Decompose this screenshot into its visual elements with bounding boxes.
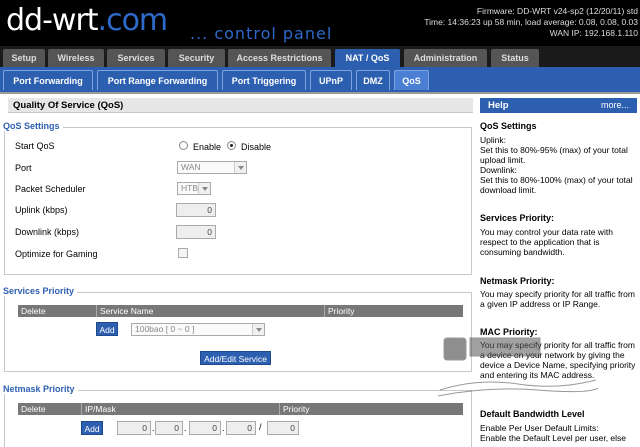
add-netmask-button[interactable]: Add xyxy=(81,421,103,435)
mask-input[interactable]: 0 xyxy=(267,421,299,435)
tab-administration[interactable]: Administration xyxy=(404,49,487,67)
help-panel: Help more... QoS Settings Uplink: Set th… xyxy=(475,94,640,447)
qos-settings-legend: QoS Settings xyxy=(3,121,63,131)
sub-nav: Port Forwarding Port Range Forwarding Po… xyxy=(0,67,640,92)
firmware-version: Firmware: DD-WRT v24-sp2 (12/20/11) std xyxy=(476,6,638,16)
col-service-name: Service Name xyxy=(96,305,153,317)
main-content: Quality Of Service (QoS) QoS Settings St… xyxy=(0,94,475,447)
ip-octet-1[interactable]: 0 xyxy=(117,421,151,435)
uplink-label: Uplink (kbps) xyxy=(15,205,68,215)
col-ip-mask: IP/Mask xyxy=(81,403,116,415)
uplink-input[interactable]: 0 xyxy=(176,203,216,217)
add-edit-service-button[interactable]: Add/Edit Service xyxy=(200,351,271,365)
header: dd-wrt.com ... control panel Firmware: D… xyxy=(0,0,640,46)
scheduler-label: Packet Scheduler xyxy=(15,184,86,194)
services-priority-legend: Services Priority xyxy=(3,286,78,296)
help-netmask-title: Netmask Priority: xyxy=(480,276,555,286)
downlink-label: Downlink (kbps) xyxy=(15,227,80,237)
service-value: 100bao [ 0 ~ 0 ] xyxy=(135,324,195,334)
help-mac-title: MAC Priority: xyxy=(480,327,538,337)
scheduler-select[interactable]: HTB xyxy=(177,182,211,195)
netmask-priority-box xyxy=(4,390,472,447)
gaming-checkbox[interactable] xyxy=(178,248,188,258)
ip-separator: . xyxy=(184,423,187,433)
mask-separator: / xyxy=(259,422,262,432)
chevron-down-icon xyxy=(198,183,210,194)
service-select[interactable]: 100bao [ 0 ~ 0 ] xyxy=(131,323,265,336)
ddwrt-logo[interactable]: dd-wrt.com xyxy=(6,3,169,38)
wan-ip: WAN IP: 192.168.1.110 xyxy=(549,28,638,38)
chevron-down-icon xyxy=(234,162,246,173)
gaming-label: Optimize for Gaming xyxy=(15,249,98,259)
chevron-down-icon xyxy=(252,324,264,335)
logo-com-text: .com xyxy=(97,3,169,38)
enable-label: Enable xyxy=(193,142,222,152)
disable-radio[interactable] xyxy=(227,141,236,150)
ip-octet-3[interactable]: 0 xyxy=(189,421,221,435)
subtab-port-triggering[interactable]: Port Triggering xyxy=(222,70,306,90)
tab-status[interactable]: Status xyxy=(491,49,539,67)
ip-octet-4[interactable]: 0 xyxy=(226,421,256,435)
enable-radio[interactable] xyxy=(179,141,188,150)
tab-wireless[interactable]: Wireless xyxy=(48,49,104,67)
col-priority: Priority xyxy=(324,305,354,317)
help-services-text: You may control your data rate with resp… xyxy=(480,227,613,257)
help-netmask-text: You may specify priority for all traffic… xyxy=(480,289,635,309)
subtab-upnp[interactable]: UPnP xyxy=(310,70,352,90)
uptime: Time: 14:36:23 up 58 min, load average: … xyxy=(424,17,638,27)
logo-main-text: dd-wrt xyxy=(6,3,99,38)
scheduler-value: HTB xyxy=(181,183,198,193)
netmask-table-header: Delete IP/Mask Priority xyxy=(18,403,463,415)
ip-octet-2[interactable]: 0 xyxy=(155,421,183,435)
control-panel-subtitle: ... control panel xyxy=(190,24,333,43)
netmask-priority-legend: Netmask Priority xyxy=(3,384,78,394)
subtab-dmz[interactable]: DMZ xyxy=(356,70,390,90)
port-label: Port xyxy=(15,163,32,173)
help-mac-text: You may specify priority for all traffic… xyxy=(480,340,636,380)
col-delete: Delete xyxy=(21,404,46,414)
port-select[interactable]: WAN xyxy=(177,161,247,174)
port-value: WAN xyxy=(181,162,201,172)
tab-nat-qos[interactable]: NAT / QoS xyxy=(335,49,400,67)
tab-setup[interactable]: Setup xyxy=(3,49,45,67)
subtab-port-range-forwarding[interactable]: Port Range Forwarding xyxy=(97,70,218,90)
help-qos-settings-title: QoS Settings xyxy=(480,121,537,131)
col-delete: Delete xyxy=(21,306,46,316)
help-qos-settings-text: Uplink: Set this to 80%-95% (max) of you… xyxy=(480,135,633,195)
tab-security[interactable]: Security xyxy=(168,49,225,67)
main-nav: Setup Wireless Services Security Access … xyxy=(0,46,640,67)
router-info: Firmware: DD-WRT v24-sp2 (12/20/11) std … xyxy=(424,6,638,39)
add-service-button[interactable]: Add xyxy=(96,322,118,336)
col-priority: Priority xyxy=(279,403,309,415)
ip-separator: . xyxy=(222,423,225,433)
disable-label: Disable xyxy=(241,142,272,152)
tab-access-restrictions[interactable]: Access Restrictions xyxy=(228,49,331,67)
subtab-port-forwarding[interactable]: Port Forwarding xyxy=(3,70,93,90)
subtab-qos[interactable]: QoS xyxy=(394,70,429,90)
page-title: Quality Of Service (QoS) xyxy=(8,98,473,113)
downlink-input[interactable]: 0 xyxy=(176,225,216,239)
tab-services[interactable]: Services xyxy=(107,49,165,67)
help-more-link[interactable]: more... xyxy=(601,98,629,113)
help-bandwidth-text: Enable Per User Default Limits: Enable t… xyxy=(480,423,627,443)
help-header: Help more... xyxy=(480,98,637,113)
help-bandwidth-title: Default Bandwidth Level xyxy=(480,409,585,419)
start-qos-label: Start QoS xyxy=(15,141,55,151)
services-table-header: Delete Service Name Priority xyxy=(18,305,463,317)
help-services-title: Services Priority: xyxy=(480,213,555,223)
help-title: Help xyxy=(488,100,509,111)
